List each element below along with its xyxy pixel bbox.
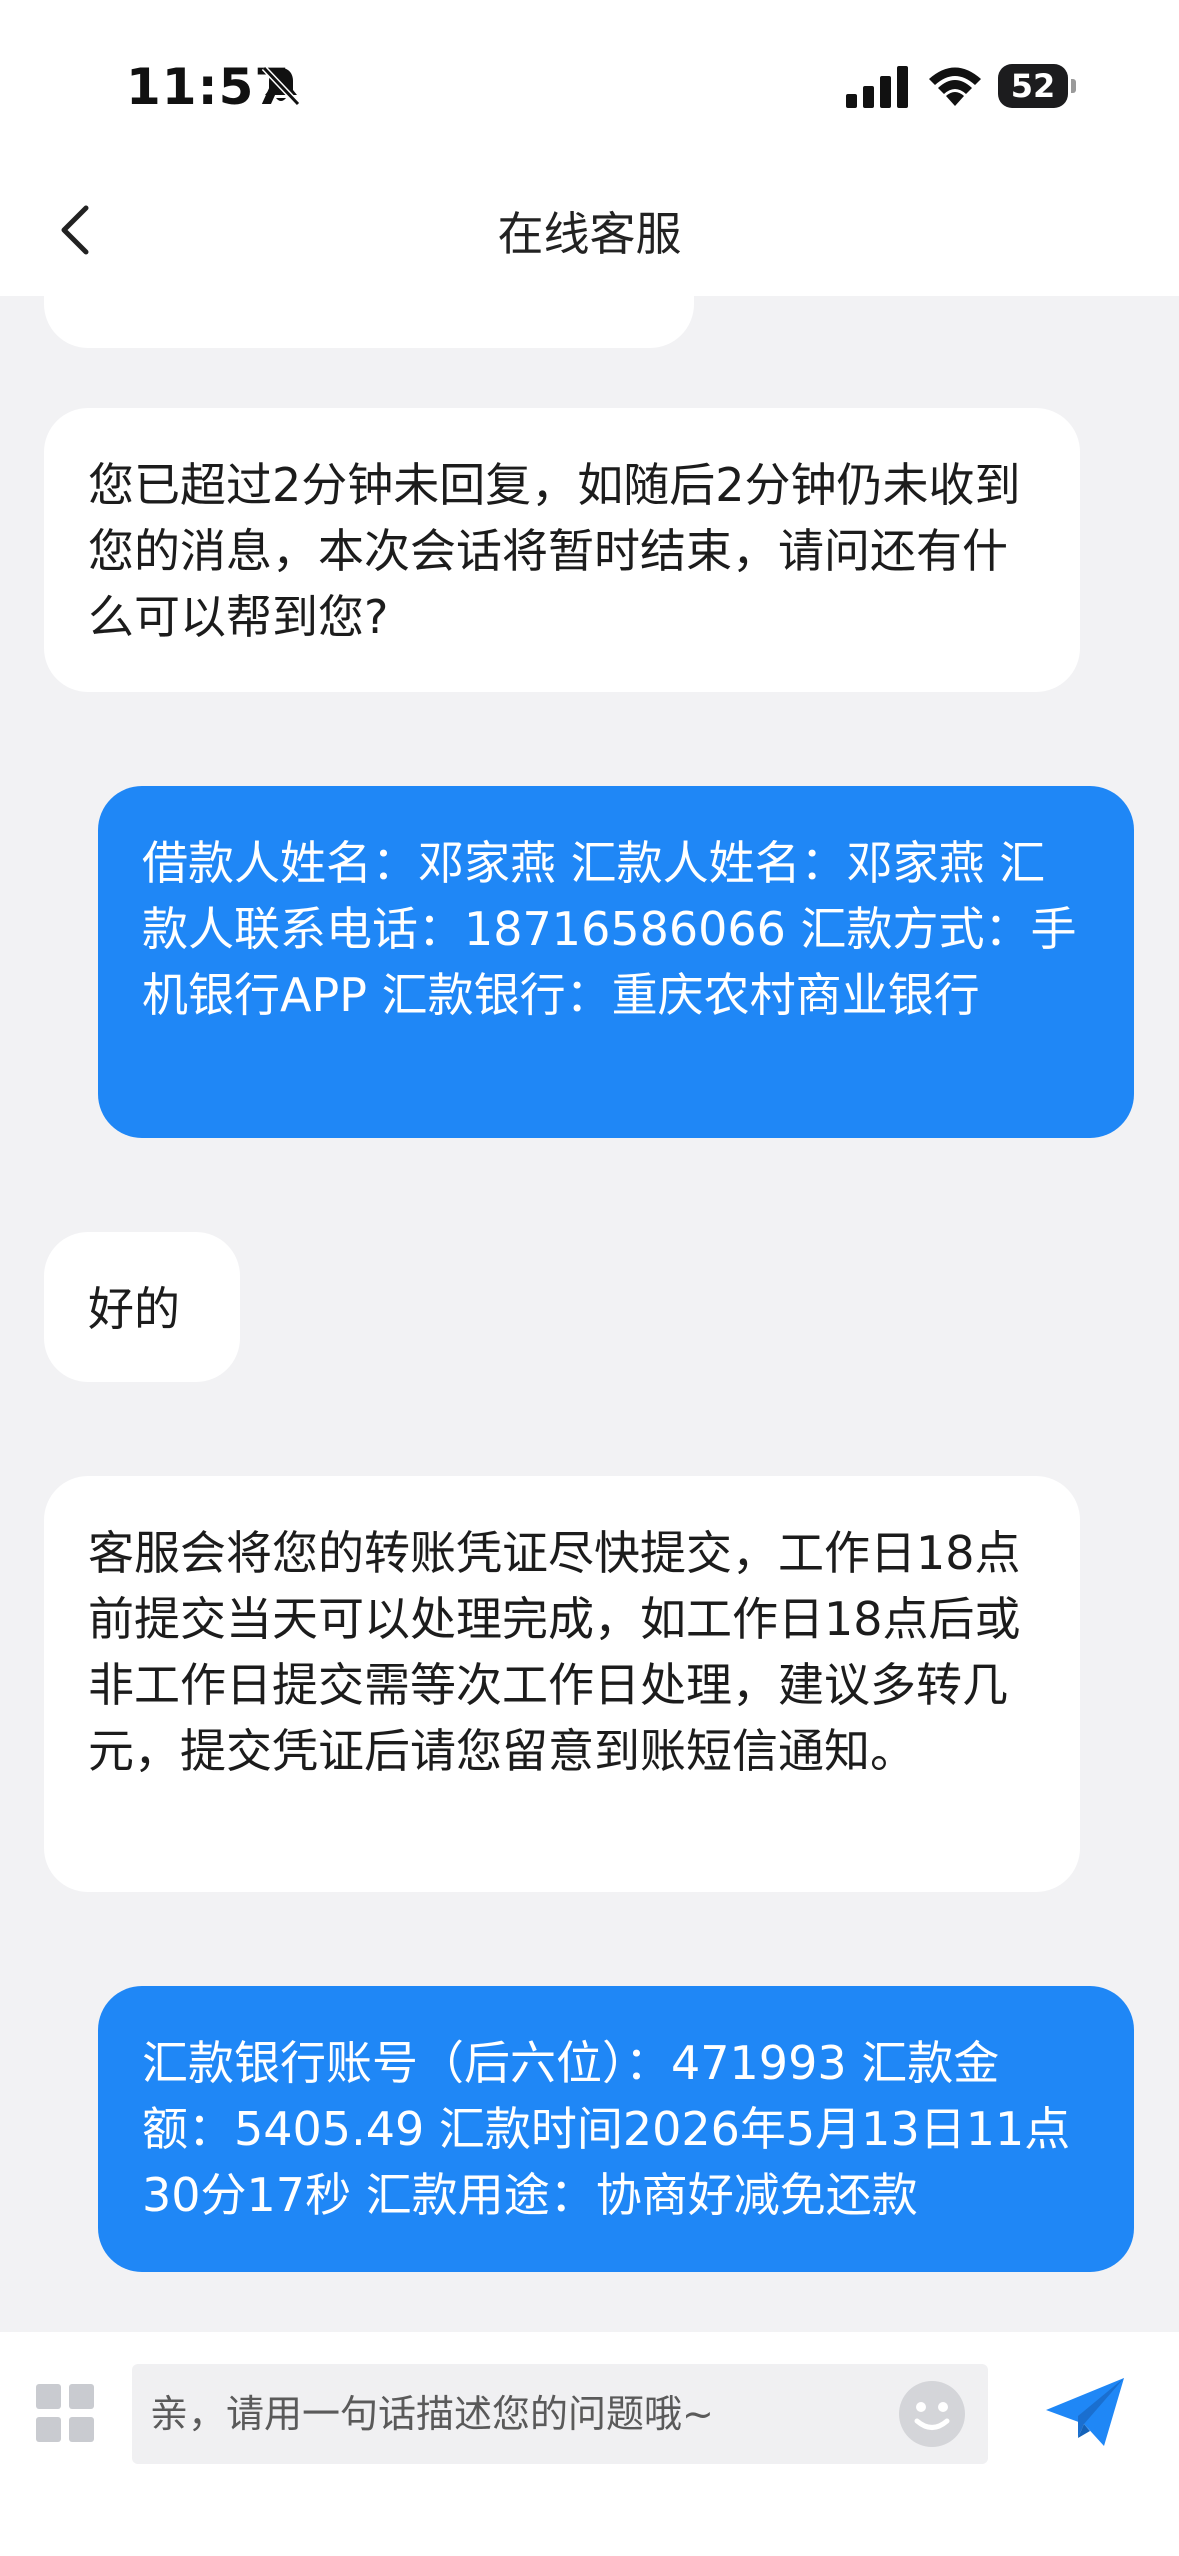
- wifi-icon: [929, 67, 981, 106]
- message-bubble-partial: [44, 296, 694, 348]
- message-text: 客服会将您的转账凭证尽快提交，工作日18点前提交当天可以处理完成，如工作日18点…: [88, 1526, 1021, 1778]
- message-bubble-agent: 您已超过2分钟未回复，如随后2分钟仍未收到您的消息，本次会话将暂时结束，请问还有…: [44, 408, 1080, 692]
- emoji-icon[interactable]: [896, 2378, 968, 2450]
- message-text: 借款人姓名：邓家燕 汇款人姓名：邓家燕 汇款人联系电话：18716586066 …: [142, 836, 1077, 1022]
- chat-area[interactable]: 您已超过2分钟未回复，如随后2分钟仍未收到您的消息，本次会话将暂时结束，请问还有…: [0, 296, 1179, 2332]
- paper-plane-icon[interactable]: [1044, 2376, 1126, 2448]
- battery-level: 52: [1010, 67, 1056, 105]
- status-bar: 11:57 52: [0, 0, 1179, 170]
- message-text: 好的: [88, 1282, 180, 1336]
- grid-menu-icon[interactable]: [36, 2384, 94, 2442]
- composer-bar: [0, 2332, 1179, 2556]
- message-bubble-agent: 客服会将您的转账凭证尽快提交，工作日18点前提交当天可以处理完成，如工作日18点…: [44, 1476, 1080, 1892]
- message-input[interactable]: [132, 2364, 988, 2464]
- bell-slash-icon: [261, 65, 301, 107]
- page-title: 在线客服: [497, 207, 682, 261]
- battery-indicator: 52: [998, 64, 1076, 108]
- message-bubble-user: 借款人姓名：邓家燕 汇款人姓名：邓家燕 汇款人联系电话：18716586066 …: [98, 786, 1134, 1138]
- cellular-signal-icon: [846, 66, 908, 108]
- message-text: 您已超过2分钟未回复，如随后2分钟仍未收到您的消息，本次会话将暂时结束，请问还有…: [88, 458, 1021, 644]
- message-bubble-agent: 好的: [44, 1232, 240, 1382]
- message-bubble-user: 汇款银行账号（后六位）：471993 汇款金额：5405.49 汇款时间2026…: [98, 1986, 1134, 2272]
- message-text: 汇款银行账号（后六位）：471993 汇款金额：5405.49 汇款时间2026…: [142, 2036, 1071, 2222]
- battery-cap: [1071, 79, 1076, 93]
- nav-bar: 在线客服: [0, 170, 1179, 296]
